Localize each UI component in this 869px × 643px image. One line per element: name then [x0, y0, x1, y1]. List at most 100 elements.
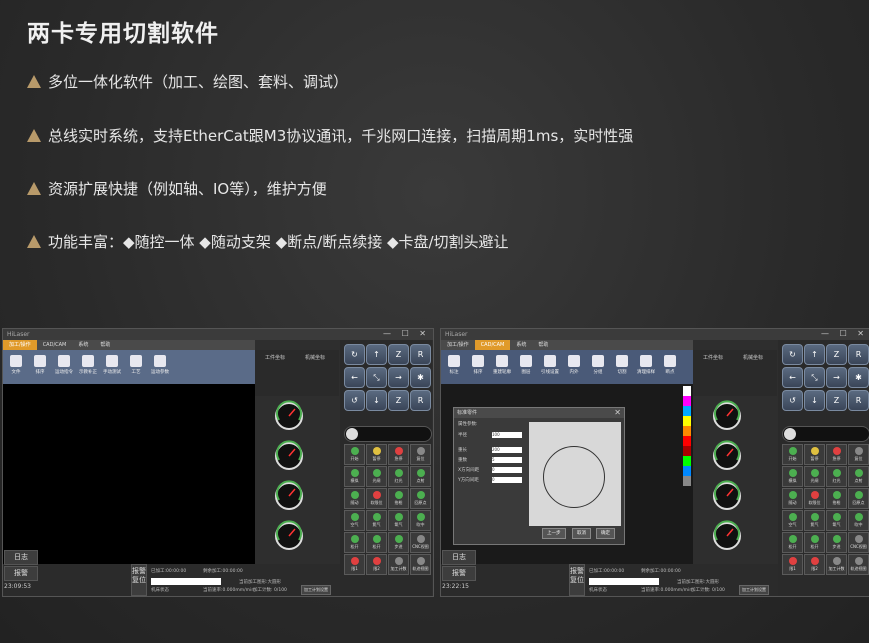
- function-button[interactable]: 空气: [344, 510, 365, 531]
- function-button[interactable]: 限2: [366, 554, 387, 575]
- function-button[interactable]: 软限位: [804, 488, 825, 509]
- jog-button[interactable]: ↻: [782, 344, 803, 365]
- jog-button[interactable]: ↑: [804, 344, 825, 365]
- toolbar-item[interactable]: 重建轮廓: [491, 353, 513, 381]
- menu-item[interactable]: 系统: [510, 340, 532, 350]
- alarm-reset-button[interactable]: 报警复位: [131, 564, 147, 596]
- radius-field[interactable]: 100: [492, 432, 522, 438]
- function-button[interactable]: 急停: [826, 444, 847, 465]
- jog-button[interactable]: ↺: [782, 390, 803, 411]
- menu-item[interactable]: CAD/CAM: [37, 340, 73, 350]
- plan-button[interactable]: 加工计划设置: [739, 585, 769, 595]
- function-button[interactable]: 氧气: [826, 510, 847, 531]
- log-button[interactable]: 日志: [4, 550, 38, 565]
- close-icon[interactable]: ✕: [614, 408, 621, 417]
- jog-button[interactable]: ↓: [366, 390, 387, 411]
- function-button[interactable]: 复位: [410, 444, 431, 465]
- function-button[interactable]: 轨迹视图: [848, 554, 869, 575]
- jog-button[interactable]: ⤡: [804, 367, 825, 388]
- jog-button[interactable]: ⤡: [366, 367, 387, 388]
- jog-button[interactable]: ↑: [366, 344, 387, 365]
- jog-button[interactable]: ←: [344, 367, 365, 388]
- function-button[interactable]: 氧气: [388, 510, 409, 531]
- function-button[interactable]: 急停: [388, 444, 409, 465]
- toolbar-item[interactable]: 示教补正: [77, 353, 99, 381]
- function-button[interactable]: 暂停: [804, 444, 825, 465]
- cancel-button[interactable]: 取消: [572, 528, 591, 539]
- toolbar-item[interactable]: 手动测试: [101, 353, 123, 381]
- function-button[interactable]: 复位: [848, 444, 869, 465]
- function-button[interactable]: 点射: [410, 466, 431, 487]
- color-palette[interactable]: [683, 386, 691, 506]
- toolbar-item[interactable]: 内外: [563, 353, 585, 381]
- plan-button[interactable]: 加工计划设置: [301, 585, 331, 595]
- toolbar-item[interactable]: 运动参数: [149, 353, 171, 381]
- function-button[interactable]: 限1: [344, 554, 365, 575]
- function-button[interactable]: 空气: [782, 510, 803, 531]
- jog-button[interactable]: ✱: [410, 367, 431, 388]
- toolbar-item[interactable]: 清理排样: [635, 353, 657, 381]
- function-button[interactable]: CNC视图: [848, 532, 869, 553]
- jog-button[interactable]: Z: [826, 344, 847, 365]
- menu-item[interactable]: 加工/操作: [441, 340, 475, 350]
- function-button[interactable]: 红光: [388, 466, 409, 487]
- function-button[interactable]: 限2: [804, 554, 825, 575]
- function-button[interactable]: 步进: [388, 532, 409, 553]
- x-spacing-field[interactable]: 0: [492, 467, 522, 473]
- toolbar-item[interactable]: 分组: [587, 353, 609, 381]
- jog-button[interactable]: ↺: [344, 390, 365, 411]
- jog-button[interactable]: R: [410, 344, 431, 365]
- jog-button[interactable]: R: [410, 390, 431, 411]
- alarm-reset-button[interactable]: 报警复位: [569, 564, 585, 596]
- menu-item[interactable]: 加工/操作: [3, 340, 37, 350]
- toolbar-item[interactable]: 排序: [29, 353, 51, 381]
- y-spacing-field[interactable]: 0: [492, 477, 522, 483]
- toolbar-item[interactable]: 引线设置: [539, 353, 561, 381]
- function-button[interactable]: 暂停: [366, 444, 387, 465]
- jog-button[interactable]: R: [848, 390, 869, 411]
- function-button[interactable]: 松开: [804, 532, 825, 553]
- drawing-canvas[interactable]: [3, 384, 255, 564]
- function-button[interactable]: 光闸: [366, 466, 387, 487]
- function-button[interactable]: 抬枪: [388, 488, 409, 509]
- alarm-button[interactable]: 报警: [442, 566, 476, 581]
- ok-button[interactable]: 确定: [596, 528, 615, 539]
- function-button[interactable]: 步进: [826, 532, 847, 553]
- jog-button[interactable]: Z: [826, 390, 847, 411]
- window-controls[interactable]: — ☐ ✕: [821, 329, 868, 338]
- function-button[interactable]: 松开: [344, 532, 365, 553]
- menu-item[interactable]: 系统: [72, 340, 94, 350]
- function-button[interactable]: 抬枪: [826, 488, 847, 509]
- jog-button[interactable]: ←: [782, 367, 803, 388]
- count-field[interactable]: 5: [492, 457, 522, 463]
- toolbar-item[interactable]: 标注: [443, 353, 465, 381]
- alarm-button[interactable]: 报警: [4, 566, 38, 581]
- jog-button[interactable]: ✱: [848, 367, 869, 388]
- speed-slider[interactable]: [344, 426, 432, 442]
- jog-button[interactable]: Z: [388, 390, 409, 411]
- function-button[interactable]: 模拟: [782, 466, 803, 487]
- function-button[interactable]: 随动: [344, 488, 365, 509]
- jog-button[interactable]: →: [388, 367, 409, 388]
- function-button[interactable]: 轨迹视图: [410, 554, 431, 575]
- toolbar-item[interactable]: 断点: [659, 353, 681, 381]
- menu-item[interactable]: CAD/CAM: [474, 340, 511, 350]
- function-button[interactable]: 随动: [782, 488, 803, 509]
- function-button[interactable]: CNC视图: [410, 532, 431, 553]
- function-button[interactable]: 吹中: [410, 510, 431, 531]
- function-button[interactable]: 开始: [782, 444, 803, 465]
- function-button[interactable]: 加工计数: [388, 554, 409, 575]
- jog-button[interactable]: ↓: [804, 390, 825, 411]
- jog-button[interactable]: R: [848, 344, 869, 365]
- length-field[interactable]: 200: [492, 447, 522, 453]
- toolbar-item[interactable]: 工艺: [125, 353, 147, 381]
- function-button[interactable]: 吹中: [848, 510, 869, 531]
- prev-button[interactable]: 上一步: [542, 528, 566, 539]
- function-button[interactable]: 加工计数: [826, 554, 847, 575]
- function-button[interactable]: 光闸: [804, 466, 825, 487]
- function-button[interactable]: 回原点: [848, 488, 869, 509]
- menu-item[interactable]: 帮助: [532, 340, 554, 350]
- function-button[interactable]: 开始: [344, 444, 365, 465]
- function-button[interactable]: 氮气: [366, 510, 387, 531]
- toolbar-item[interactable]: 图层: [515, 353, 537, 381]
